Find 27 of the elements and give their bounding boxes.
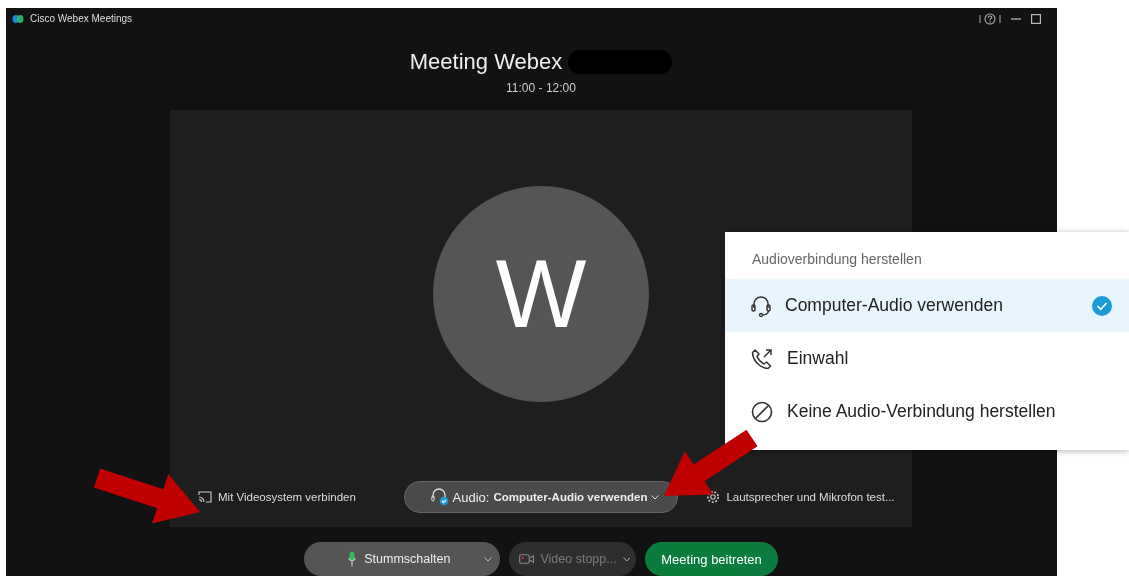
help-icon[interactable] [979, 12, 1001, 25]
checkmark-icon [1091, 294, 1113, 317]
headset-icon [751, 294, 771, 317]
phone-icon [751, 347, 773, 370]
speaker-test-link[interactable]: Lautsprecher und Mikrofon test... [726, 491, 895, 503]
menu-item[interactable]: Computer-Audio verwenden [725, 279, 1129, 332]
gear-icon[interactable] [706, 490, 721, 504]
meeting-title: Meeting Webex [409, 49, 563, 75]
headset-icon [430, 488, 449, 506]
webex-logo-icon [12, 13, 24, 24]
audio-dropdown[interactable]: Audio: Computer-Audio verwenden [403, 481, 679, 513]
prohibited-icon [751, 400, 773, 423]
menu-item[interactable]: Einwahl [725, 332, 1129, 385]
mute-button[interactable]: Stummschalten [304, 542, 501, 576]
chevron-down-icon[interactable] [484, 556, 493, 562]
join-button[interactable]: Meeting beitreten [645, 542, 778, 576]
menu-item[interactable]: Keine Audio-Verbindung herstellen [725, 385, 1129, 438]
avatar: W [433, 185, 649, 402]
camera-icon [519, 553, 535, 565]
meeting-time: 11:00 - 12:00 [506, 81, 576, 95]
maximize-icon[interactable] [1031, 13, 1041, 24]
video-system-link[interactable]: Mit Videosystem verbinden [218, 491, 356, 503]
cast-icon[interactable] [198, 491, 212, 503]
microphone-icon [348, 551, 357, 567]
menu-heading: Audioverbindung herstellen [751, 250, 923, 269]
window-title: Cisco Webex Meetings [30, 13, 134, 24]
chevron-down-icon [651, 494, 660, 500]
